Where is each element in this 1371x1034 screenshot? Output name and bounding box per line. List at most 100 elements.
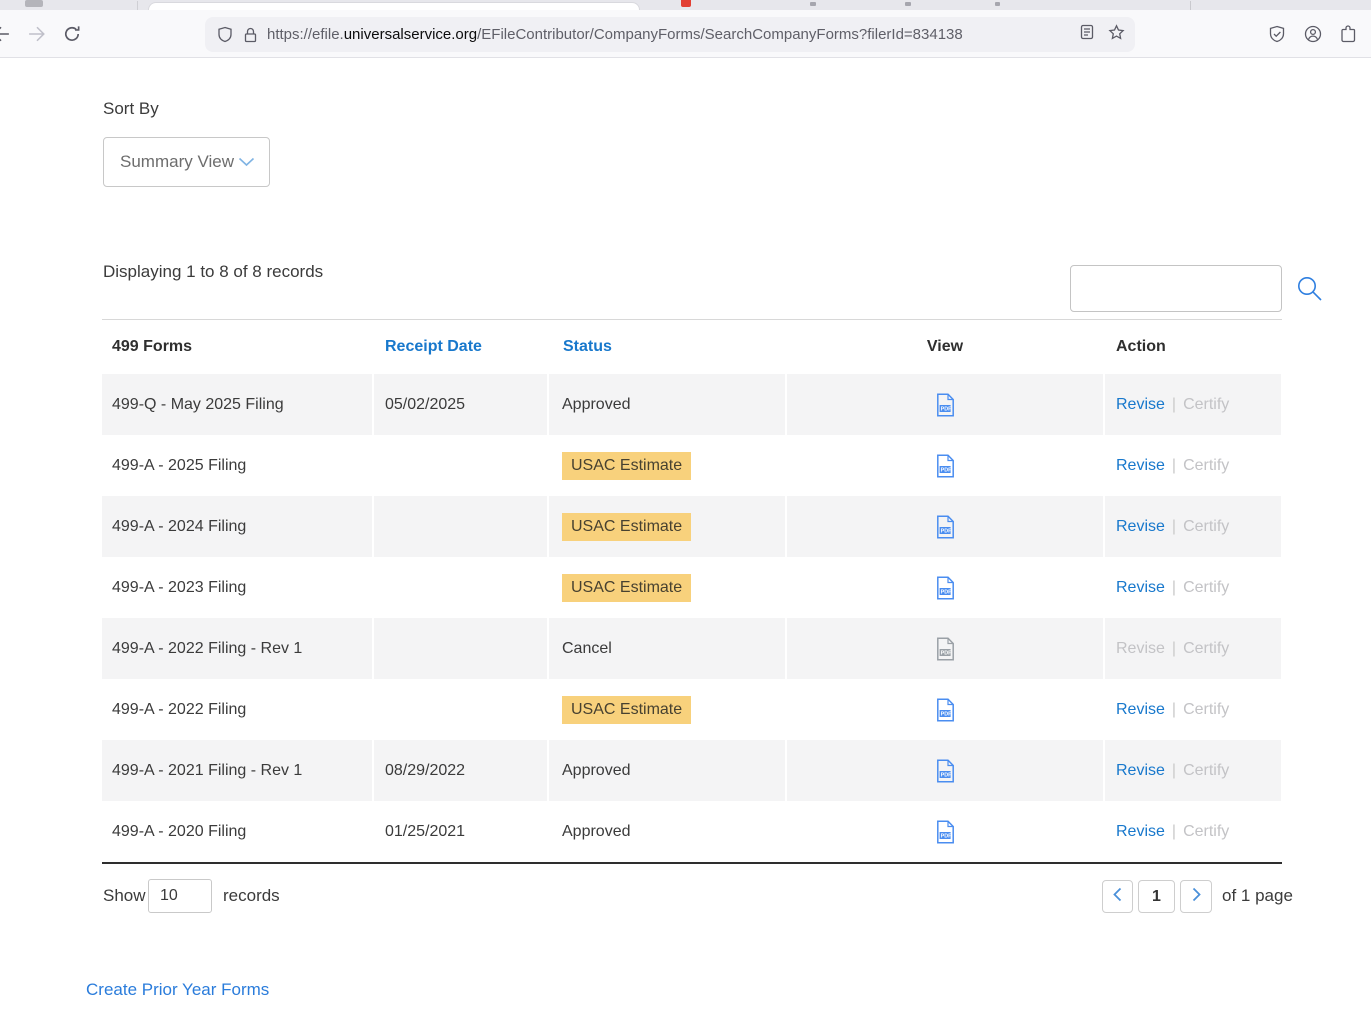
browser-toolbar: https://efile.universalservice.org/EFile… (0, 10, 1371, 58)
table-row: 499-Q - May 2025 Filing 05/02/2025 Appro… (102, 374, 1282, 435)
form-name: 499-A - 2022 Filing (102, 679, 372, 740)
forward-icon[interactable] (28, 25, 46, 43)
tracking-protection-shield-icon[interactable] (217, 26, 233, 43)
url-domain: universalservice.org (344, 26, 477, 43)
create-prior-year-forms-link[interactable]: Create Prior Year Forms (86, 980, 269, 1000)
previous-page-button[interactable] (1102, 880, 1133, 913)
back-icon[interactable] (0, 25, 10, 43)
table-row: 499-A - 2021 Filing - Rev 1 08/29/2022 A… (102, 740, 1282, 801)
svg-text:PDF: PDF (940, 406, 951, 412)
shield-check-icon[interactable] (1268, 25, 1286, 43)
forms-table: 499 Forms Receipt Date Status View Actio… (102, 319, 1282, 864)
search-input[interactable] (1071, 266, 1296, 311)
pdf-icon[interactable]: PDF (936, 576, 955, 600)
pdf-icon[interactable]: PDF (936, 393, 955, 417)
url-bar[interactable]: https://efile.universalservice.org/EFile… (205, 17, 1135, 52)
tab-separator (137, 1, 138, 10)
certify-link[interactable]: Certify (1183, 579, 1229, 597)
svg-text:PDF: PDF (940, 833, 951, 839)
header-status[interactable]: Status (549, 338, 785, 356)
revise-link[interactable]: Revise (1116, 579, 1165, 597)
svg-text:PDF: PDF (940, 528, 951, 534)
action-cell: Revise | Certify (1105, 374, 1281, 435)
lock-icon[interactable] (244, 27, 257, 43)
certify-link[interactable]: Certify (1183, 640, 1229, 658)
dropdown-selected-value: Summary View (120, 152, 234, 172)
view-cell: PDF (787, 801, 1103, 862)
active-tab[interactable] (148, 2, 640, 10)
header-499-forms: 499 Forms (102, 338, 372, 356)
table-row: 499-A - 2024 Filing USAC Estimate PDF Re… (102, 496, 1282, 557)
pdf-icon[interactable]: PDF (936, 454, 955, 478)
pdf-icon[interactable]: PDF (936, 698, 955, 722)
table-row: 499-A - 2022 Filing - Rev 1 Cancel PDF R… (102, 618, 1282, 679)
url-prefix: https://efile. (267, 26, 344, 43)
next-page-button[interactable] (1180, 880, 1212, 913)
pdf-icon[interactable]: PDF (936, 759, 955, 783)
form-name: 499-A - 2021 Filing - Rev 1 (102, 740, 372, 801)
certify-link[interactable]: Certify (1183, 457, 1229, 475)
certify-link[interactable]: Certify (1183, 396, 1229, 414)
form-name: 499-A - 2025 Filing (102, 435, 372, 496)
account-icon[interactable] (1304, 25, 1322, 43)
page-size-input[interactable] (148, 879, 212, 913)
page-count-info: of 1 page (1222, 886, 1293, 906)
revise-link[interactable]: Revise (1116, 640, 1165, 658)
receipt-date: 01/25/2021 (374, 801, 547, 862)
status-cell: USAC Estimate (549, 435, 785, 496)
status-cell: Approved (549, 374, 785, 435)
certify-link[interactable]: Certify (1183, 762, 1229, 780)
search-icon[interactable] (1296, 275, 1323, 302)
tab-title-fragment (905, 2, 911, 6)
receipt-date (374, 679, 547, 740)
action-cell: Revise | Certify (1105, 435, 1281, 496)
receipt-date (374, 496, 547, 557)
reload-icon[interactable] (63, 25, 81, 43)
extensions-icon[interactable] (1340, 25, 1357, 43)
revise-link[interactable]: Revise (1116, 823, 1165, 841)
header-view: View (787, 338, 1103, 356)
next-tab-favicon-fragment (681, 0, 691, 7)
revise-link[interactable]: Revise (1116, 762, 1165, 780)
tab-title-fragment (995, 2, 1000, 6)
pdf-icon[interactable]: PDF (936, 515, 955, 539)
records-summary: Displaying 1 to 8 of 8 records (103, 262, 323, 282)
revise-link[interactable]: Revise (1116, 396, 1165, 414)
bookmark-star-icon[interactable] (1108, 24, 1125, 46)
view-cell: PDF (787, 740, 1103, 801)
status-cell: Cancel (549, 618, 785, 679)
chevron-down-icon (238, 157, 255, 167)
view-cell: PDF (787, 374, 1103, 435)
table-row: 499-A - 2023 Filing USAC Estimate PDF Re… (102, 557, 1282, 618)
chevron-left-icon (1112, 887, 1123, 907)
revise-link[interactable]: Revise (1116, 701, 1165, 719)
svg-text:PDF: PDF (940, 589, 951, 595)
status-value: Cancel (562, 640, 612, 658)
table-row: 499-A - 2025 Filing USAC Estimate PDF Re… (102, 435, 1282, 496)
form-name: 499-Q - May 2025 Filing (102, 374, 372, 435)
certify-link[interactable]: Certify (1183, 518, 1229, 536)
action-separator: | (1172, 457, 1176, 475)
url-text[interactable]: https://efile.universalservice.org/EFile… (267, 26, 1080, 43)
header-receipt-date[interactable]: Receipt Date (374, 338, 547, 356)
url-path: /EFileContributor/CompanyForms/SearchCom… (477, 26, 963, 43)
action-separator: | (1172, 396, 1176, 414)
search-box (1070, 265, 1282, 312)
status-value: USAC Estimate (562, 696, 691, 724)
pdf-icon[interactable]: PDF (936, 820, 955, 844)
table-header-row: 499 Forms Receipt Date Status View Actio… (102, 319, 1282, 374)
status-cell: Approved (549, 801, 785, 862)
receipt-date: 08/29/2022 (374, 740, 547, 801)
sort-view-dropdown[interactable]: Summary View (103, 137, 270, 187)
status-cell: Approved (549, 740, 785, 801)
receipt-date (374, 618, 547, 679)
revise-link[interactable]: Revise (1116, 518, 1165, 536)
status-value: Approved (562, 762, 631, 780)
action-cell: Revise | Certify (1105, 740, 1281, 801)
certify-link[interactable]: Certify (1183, 701, 1229, 719)
view-cell: PDF (787, 496, 1103, 557)
certify-link[interactable]: Certify (1183, 823, 1229, 841)
pdf-icon[interactable]: PDF (936, 637, 955, 661)
reader-view-icon[interactable] (1080, 24, 1094, 45)
revise-link[interactable]: Revise (1116, 457, 1165, 475)
